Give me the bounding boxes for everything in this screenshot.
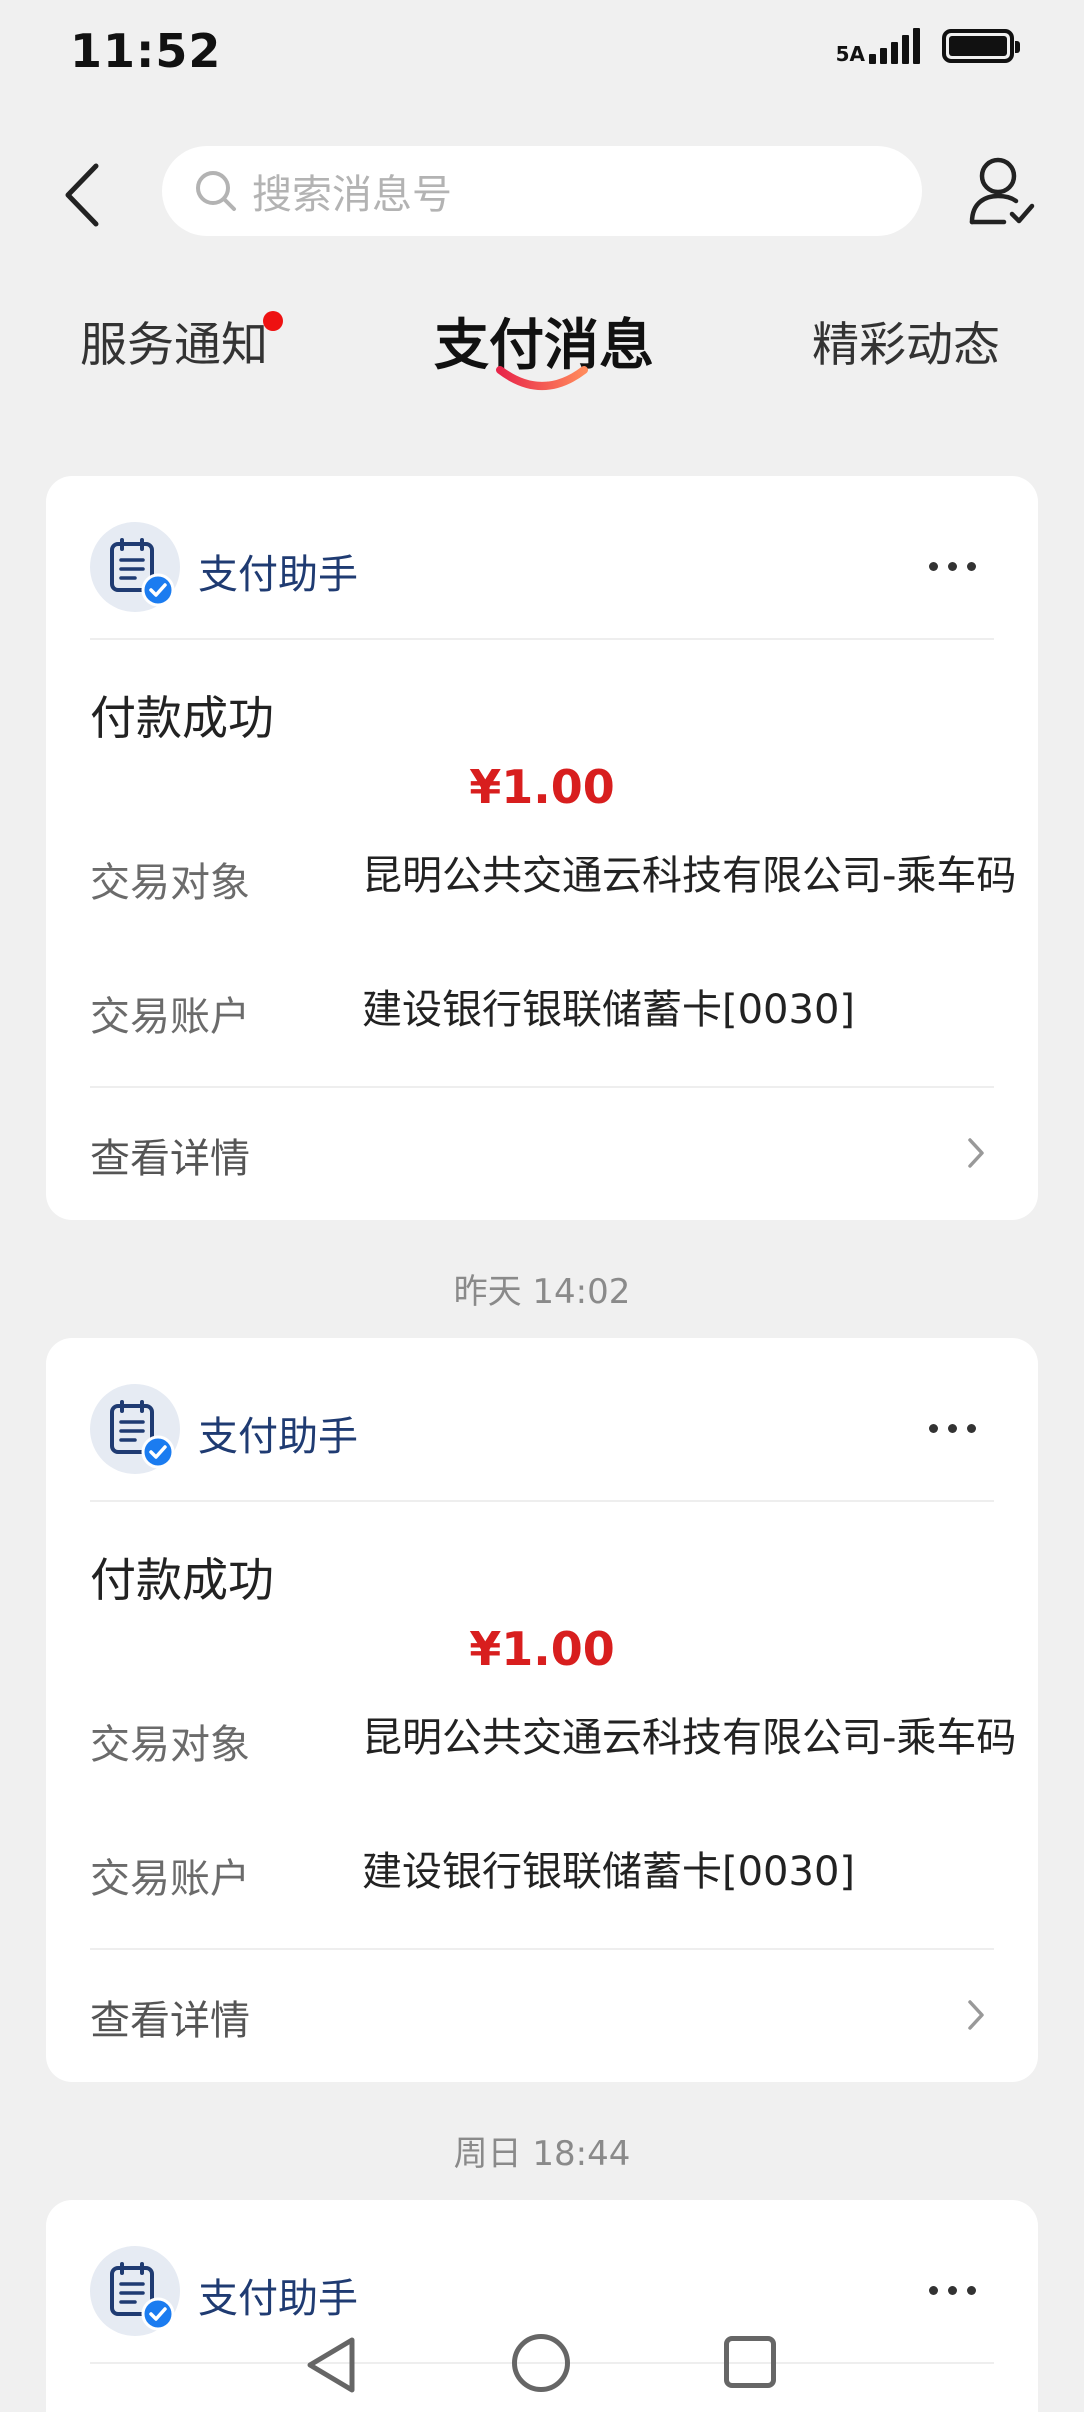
more-options-button[interactable] [929,1424,976,1433]
counterparty-label: 交易对象 [90,1722,250,1768]
chevron-right-icon [968,1138,984,1168]
chevron-right-icon [968,2000,984,2030]
account-label: 交易账户 [90,1856,250,1902]
search-icon [196,171,236,211]
back-button[interactable] [58,160,108,230]
view-details-link[interactable]: 查看详情 [46,1088,1038,1218]
active-tab-indicator [496,366,588,390]
divider [90,638,994,640]
sender-name[interactable]: 支付助手 [198,542,358,600]
clipboard-verified-icon [110,538,175,607]
nav-home-button[interactable] [512,2334,570,2392]
network-indicator: 5A [836,28,920,64]
view-details-label: 查看详情 [90,1136,250,1182]
account-value: 建设银行银联储蓄卡[0030] [362,987,856,1033]
user-check-icon [969,157,1035,225]
tab-service-notifications[interactable]: 服务通知 [80,306,268,375]
more-options-button[interactable] [929,2286,976,2295]
nav-recents-button[interactable] [724,2336,776,2388]
status-bar: 11:52 5A [0,0,1084,100]
status-time: 11:52 [70,24,222,78]
sender-avatar[interactable] [90,522,180,612]
sender-avatar[interactable] [90,1384,180,1474]
counterparty-value: 昆明公共交通云科技有限公司-乘车码 [362,1715,1017,1761]
clipboard-verified-icon [110,1400,175,1469]
search-input[interactable]: 搜索消息号 [162,146,922,236]
nav-back-button[interactable] [302,2334,362,2396]
unread-badge [263,311,283,331]
view-details-link[interactable]: 查看详情 [46,1950,1038,2080]
counterparty-label: 交易对象 [90,860,250,906]
message-timestamp: 周日 18:44 [453,2134,631,2174]
view-details-label: 查看详情 [90,1998,250,2044]
payment-amount: ¥1.00 [469,760,615,814]
account-value: 建设银行银联储蓄卡[0030] [362,1849,856,1895]
message-card: 支付助手 付款成功 ¥1.00 交易对象 昆明公共交通云科技有限公司-乘车码 交… [46,1338,1038,2082]
card-header[interactable]: 支付助手 [46,476,1038,641]
more-horizontal-icon [929,1424,938,1433]
tab-featured-updates[interactable]: 精彩动态 [812,306,1000,375]
status-icons: 5A [836,28,1020,64]
signal-icon [869,28,920,64]
divider [90,1500,994,1502]
more-options-button[interactable] [929,562,976,571]
sender-name[interactable]: 支付助手 [198,1404,358,1462]
message-title: 付款成功 [90,1553,274,1607]
system-nav-bar [0,2320,1084,2412]
message-card: 支付助手 付款成功 ¥1.00 交易对象 昆明公共交通云科技有限公司-乘车码 交… [46,476,1038,1220]
counterparty-value: 昆明公共交通云科技有限公司-乘车码 [362,853,1017,899]
chevron-left-icon [65,163,99,227]
message-timestamp: 昨天 14:02 [453,1272,631,1312]
battery-icon [942,29,1020,63]
message-title: 付款成功 [90,691,274,745]
payment-amount: ¥1.00 [469,1622,615,1676]
search-placeholder: 搜索消息号 [252,172,452,218]
network-type-label: 5A [835,42,865,66]
more-horizontal-icon [929,562,938,571]
account-label: 交易账户 [90,994,250,1040]
more-horizontal-icon [929,2286,938,2295]
sender-name[interactable]: 支付助手 [198,2266,358,2324]
card-header[interactable]: 支付助手 [46,1338,1038,1503]
contacts-button[interactable] [968,154,1036,230]
